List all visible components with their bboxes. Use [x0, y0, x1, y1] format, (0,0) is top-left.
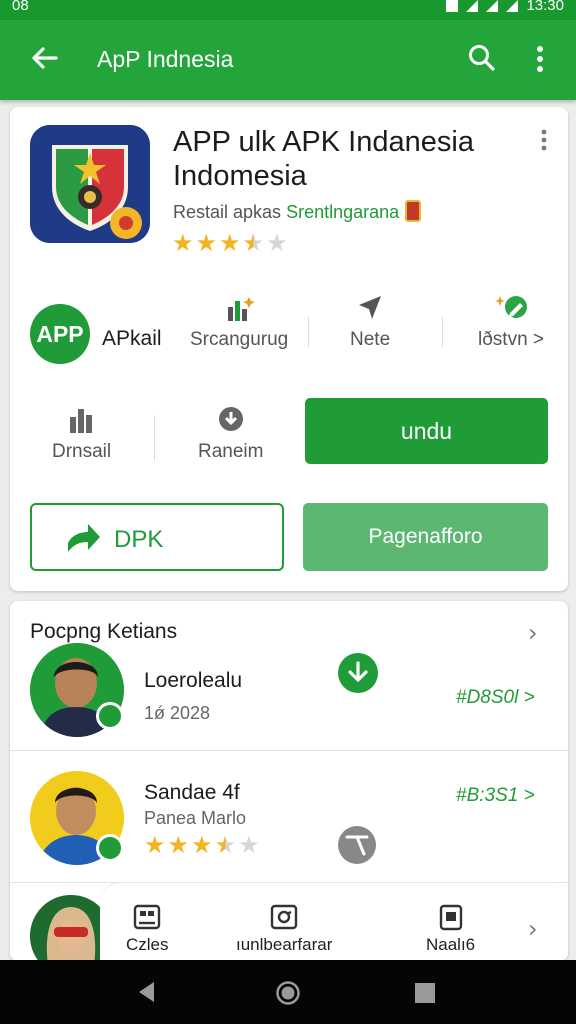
divider: [154, 415, 155, 461]
stat-notes-label: Nete: [350, 329, 391, 350]
status-icons: 13:30: [446, 0, 564, 14]
star-icon: ★: [167, 831, 190, 859]
avatar-badge-icon: [96, 834, 124, 862]
more-vert-icon[interactable]: [530, 42, 550, 76]
stat-edit[interactable]: lðstvn >: [478, 293, 544, 351]
app-logo-badge: APP: [30, 304, 90, 364]
blocked-icon[interactable]: [338, 826, 376, 864]
signal-icon-2: [506, 0, 519, 12]
developer-badge-icon: [405, 200, 422, 222]
row-sub: Panea Marlo: [144, 808, 247, 828]
notification-icon: [446, 0, 459, 12]
row-rating-stars: ★ ★ ★ ★ ★: [144, 833, 260, 857]
bar-chart-icon: [69, 409, 92, 433]
nav-item-files[interactable]: Czles: [126, 903, 169, 955]
stat-category[interactable]: Srcangurug: [190, 293, 288, 351]
app-icon[interactable]: [30, 125, 150, 243]
emblem-icon: [30, 125, 150, 243]
star-icon: ★: [195, 229, 218, 257]
image-icon: [134, 904, 161, 930]
pin-icon: [359, 296, 382, 319]
sparkle-chart-icon: [228, 297, 256, 321]
nav-item-library[interactable]: Naalı6: [426, 903, 475, 955]
downloads-stat[interactable]: Drnsail: [52, 405, 111, 463]
nav-recents-icon[interactable]: [414, 982, 436, 1004]
back-arrow-icon[interactable]: [28, 42, 60, 74]
status-left-text: 08: [12, 0, 29, 14]
developer-prefix: Restail apkas: [173, 202, 282, 222]
row-name: Sandae 4f: [144, 781, 240, 804]
section-title: Pocpng Ketians: [30, 620, 178, 643]
nav-item-updates-label: ıunlbearfarar: [236, 935, 333, 954]
nav-item-files-label: Czles: [126, 935, 169, 954]
row-code[interactable]: #B:3S1 >: [456, 785, 535, 807]
developer-line[interactable]: Restail apkas Srentlngarana: [173, 200, 422, 223]
star-icon: ★: [238, 831, 260, 859]
wifi-icon: [466, 0, 479, 12]
row-code[interactable]: #D8S0l >: [456, 687, 535, 709]
star-icon: ★: [191, 831, 213, 859]
install-button[interactable]: undu: [305, 398, 548, 464]
download-badge-icon[interactable]: [338, 653, 378, 693]
stat-notes[interactable]: Nete: [350, 293, 390, 351]
secondary-button[interactable]: Pagenafforo: [303, 503, 548, 571]
stat-edit-label: lðstvn >: [478, 329, 545, 350]
star-icon: ★: [144, 831, 166, 859]
nav-chevron-icon[interactable]: ›: [528, 915, 538, 943]
star-icon: ★: [242, 229, 265, 257]
nav-home-icon[interactable]: [275, 980, 301, 1006]
nav-back-icon[interactable]: [136, 980, 158, 1004]
apk-outline-button[interactable]: DPK: [30, 503, 284, 571]
star-icon: ★: [266, 229, 288, 257]
downloads-label: Drnsail: [52, 441, 112, 462]
row-name: Loerolealu: [144, 669, 243, 692]
nav-item-updates[interactable]: ıunlbearfarar: [236, 903, 332, 955]
avatar-badge-icon: [96, 702, 124, 730]
app-name: APP ulk APK Indanesia Indomesia: [173, 126, 474, 192]
nav-item-library-label: Naalı6: [426, 935, 476, 954]
document-icon: [439, 904, 462, 931]
app-rating-stars: ★ ★ ★ ★ ★: [172, 231, 288, 255]
signal-icon: [486, 0, 499, 12]
section-chevron-icon[interactable]: ›: [528, 619, 538, 647]
status-bar: 08 13:30: [0, 0, 576, 20]
review-label: Raneim: [198, 441, 264, 462]
pencil-icon: [495, 296, 527, 318]
card-more-icon[interactable]: [536, 127, 552, 153]
apk-label: APkail: [102, 327, 162, 350]
developer-name: Srentlngarana: [286, 202, 400, 222]
apk-outline-label: DPK: [114, 526, 164, 553]
refresh-frame-icon: [270, 904, 298, 930]
star-icon: ★: [172, 229, 194, 257]
app-bar-title: ApP Indnesia: [97, 46, 234, 72]
divider: [308, 317, 309, 347]
share-arrow-icon: [68, 524, 100, 552]
star-icon: ★: [219, 229, 241, 257]
stat-category-label: Srcangurug: [190, 329, 289, 350]
status-time: 13:30: [526, 0, 564, 14]
download-circle-icon: [218, 407, 243, 431]
system-navigation-bar: [0, 960, 576, 1024]
app-details-card: APP ulk APK Indanesia Indomesia Restail …: [10, 107, 568, 591]
row-sub: 1ǿ 2028: [144, 703, 211, 723]
search-icon[interactable]: [466, 42, 498, 74]
bottom-navigation: Czles ıunlbearfarar Naalı6 ›: [100, 882, 558, 961]
star-icon: ★: [214, 831, 237, 859]
review-stat[interactable]: Raneim: [198, 405, 263, 463]
app-bar: ApP Indnesia: [0, 20, 576, 100]
row-divider: [10, 750, 568, 751]
divider: [442, 317, 443, 347]
